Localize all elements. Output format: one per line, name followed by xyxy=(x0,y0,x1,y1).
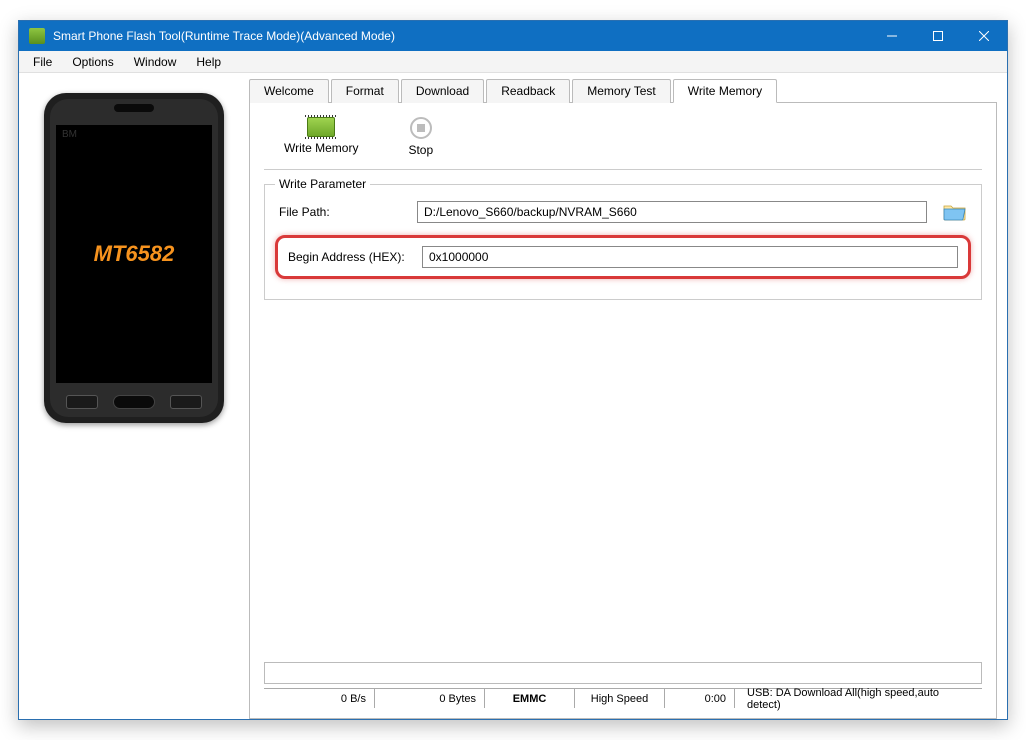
tab-format[interactable]: Format xyxy=(331,79,399,103)
window-title: Smart Phone Flash Tool(Runtime Trace Mod… xyxy=(53,29,869,43)
tab-readback[interactable]: Readback xyxy=(486,79,570,103)
phone-screen: MT6582 xyxy=(56,125,212,383)
tab-download[interactable]: Download xyxy=(401,79,484,103)
phone-buttons xyxy=(44,389,224,415)
stop-label: Stop xyxy=(408,143,433,157)
minimize-button[interactable] xyxy=(869,21,915,51)
menu-window[interactable]: Window xyxy=(124,53,187,71)
content-spacer xyxy=(264,300,982,656)
browse-folder-icon[interactable] xyxy=(943,203,967,221)
status-bytes: 0 Bytes xyxy=(374,689,484,708)
phone-back-button xyxy=(170,395,202,409)
begin-address-row-highlight: Begin Address (HEX): xyxy=(275,235,971,279)
client-area: MT6582 BM Welcome Format Download Readba… xyxy=(19,73,1007,719)
statusbar: 0 B/s 0 Bytes EMMC High Speed 0:00 USB: … xyxy=(264,688,982,708)
right-panel: Welcome Format Download Readback Memory … xyxy=(249,73,1007,719)
status-storage: EMMC xyxy=(484,689,574,708)
fieldset-legend: Write Parameter xyxy=(275,177,370,191)
maximize-button[interactable] xyxy=(915,21,961,51)
write-parameter-fieldset: Write Parameter File Path: Begin Address… xyxy=(264,184,982,300)
menu-help[interactable]: Help xyxy=(186,53,231,71)
stop-button[interactable]: Stop xyxy=(408,117,433,157)
status-usb: USB: DA Download All(high speed,auto det… xyxy=(734,689,982,708)
left-panel: MT6582 BM xyxy=(19,73,249,719)
menubar: File Options Window Help xyxy=(19,51,1007,73)
bottom-empty-field[interactable] xyxy=(264,662,982,684)
write-memory-label: Write Memory xyxy=(284,141,358,155)
chipset-label: MT6582 xyxy=(94,241,175,267)
tab-strip: Welcome Format Download Readback Memory … xyxy=(249,79,997,103)
begin-address-input[interactable] xyxy=(422,246,958,268)
tab-content: Write Memory Stop Write Parameter File P… xyxy=(249,102,997,719)
tab-welcome[interactable]: Welcome xyxy=(249,79,329,103)
phone-menu-button xyxy=(66,395,98,409)
tab-write-memory[interactable]: Write Memory xyxy=(673,79,777,103)
chip-icon xyxy=(307,117,335,137)
status-time: 0:00 xyxy=(664,689,734,708)
titlebar[interactable]: Smart Phone Flash Tool(Runtime Trace Mod… xyxy=(19,21,1007,51)
close-button[interactable] xyxy=(961,21,1007,51)
menu-options[interactable]: Options xyxy=(62,53,123,71)
status-speed: High Speed xyxy=(574,689,664,708)
menu-file[interactable]: File xyxy=(23,53,62,71)
phone-speaker xyxy=(114,104,154,112)
phone-home-button xyxy=(113,395,155,409)
app-window: Smart Phone Flash Tool(Runtime Trace Mod… xyxy=(18,20,1008,720)
status-rate: 0 B/s xyxy=(264,689,374,708)
phone-illustration: MT6582 BM xyxy=(44,93,224,423)
file-path-label: File Path: xyxy=(279,205,409,219)
file-path-row: File Path: xyxy=(279,201,967,223)
toolbar: Write Memory Stop xyxy=(264,113,982,170)
app-icon xyxy=(29,28,45,44)
tab-memory-test[interactable]: Memory Test xyxy=(572,79,670,103)
stop-icon xyxy=(410,117,432,139)
begin-address-label: Begin Address (HEX): xyxy=(288,250,414,264)
file-path-input[interactable] xyxy=(417,201,927,223)
phone-bm-label: BM xyxy=(62,129,77,140)
write-memory-button[interactable]: Write Memory xyxy=(284,117,358,157)
desktop-background: Smart Phone Flash Tool(Runtime Trace Mod… xyxy=(0,0,1026,740)
